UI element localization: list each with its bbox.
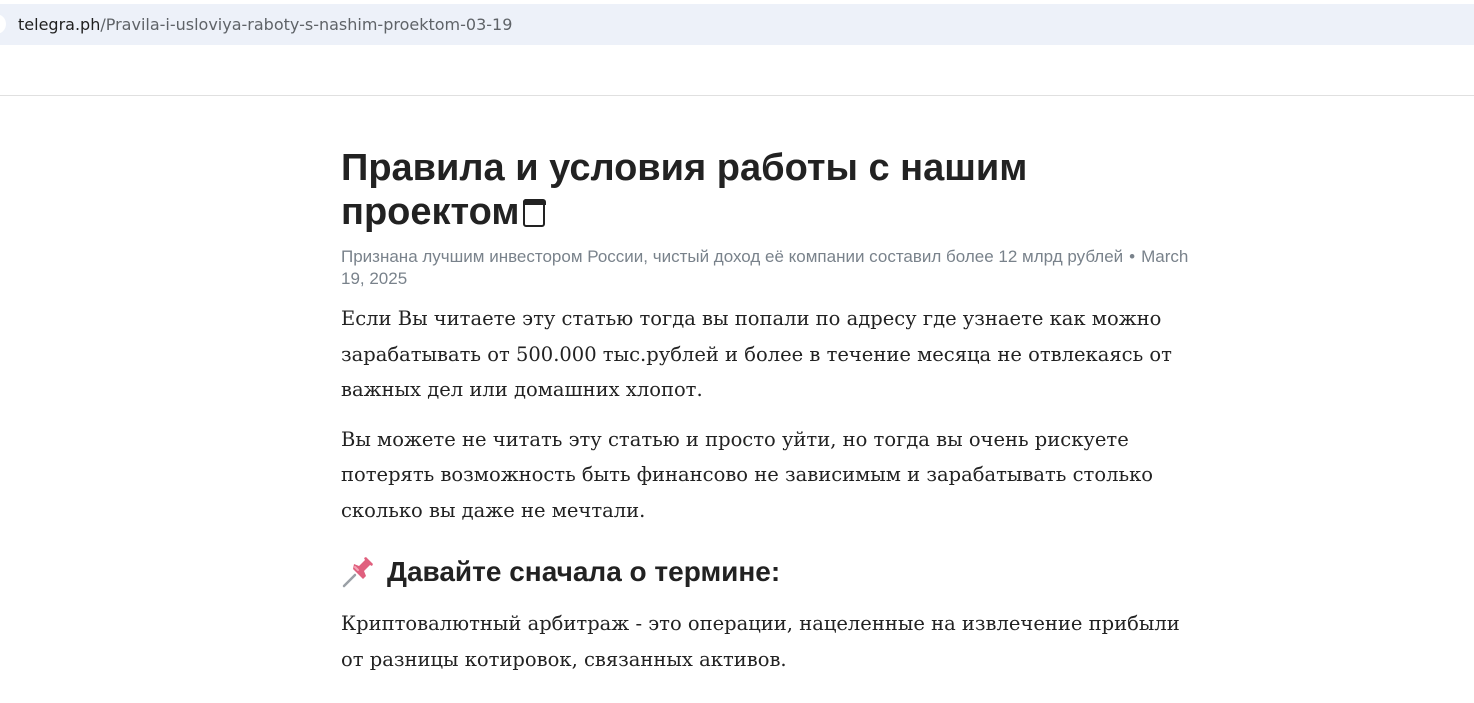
address-bar[interactable]: telegra.ph/Pravila-i-usloviya-raboty-s-n… [0,4,1474,45]
header-divider [0,95,1474,96]
section-paragraph: Криптовалютный арбитраж - это операции, … [341,612,1180,671]
section-heading-text: Давайте сначала о термине: [387,556,781,587]
url-host: telegra.ph [18,15,101,34]
site-info-icon[interactable] [0,14,6,34]
article: Правила и условия работы с нашим проекто… [341,146,1191,677]
byline-separator: • [1129,247,1136,266]
url-path: /Pravila-i-usloviya-raboty-s-nashim-proe… [100,15,513,34]
url-text[interactable]: telegra.ph/Pravila-i-usloviya-raboty-s-n… [18,16,512,34]
article-title: Правила и условия работы с нашим проекто… [341,146,1191,234]
notepad-icon [522,198,546,227]
article-paragraph-1: Если Вы читаете эту статью тогда вы попа… [341,307,1172,401]
article-paragraph-2: Вы можете не читать эту статью и просто … [341,427,1154,522]
pushpin-icon [342,557,373,588]
article-title-text: Правила и условия работы с нашим проекто… [341,147,1028,233]
article-byline: Признана лучшим инвестором России, чисты… [341,246,1191,290]
article-author[interactable]: Признана лучшим инвестором России, чисты… [341,247,1123,266]
section-heading: Давайте сначала о термине: [341,555,1191,589]
